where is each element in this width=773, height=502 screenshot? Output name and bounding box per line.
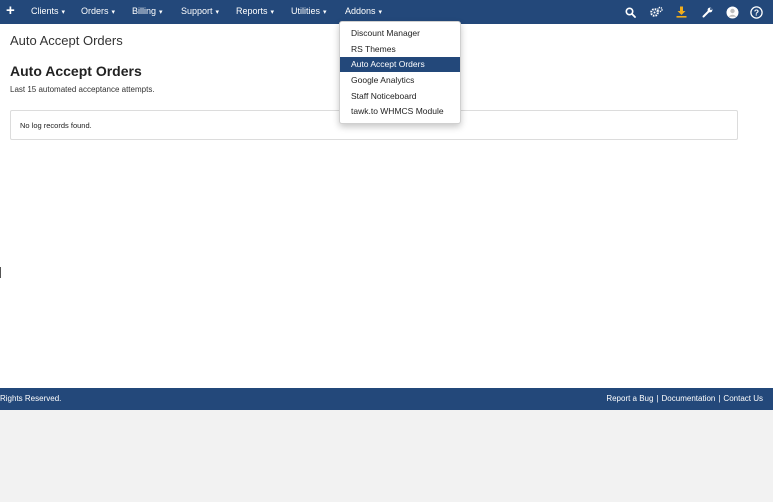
menu-orders[interactable]: Orders ▾ — [81, 0, 115, 24]
chevron-down-icon: ▾ — [215, 9, 220, 16]
report-bug-link[interactable]: Report a Bug — [606, 394, 653, 403]
menu-orders-label: Orders — [81, 6, 109, 16]
page-subtitle: Last 15 automated acceptance attempts. — [10, 85, 155, 94]
menu-utilities-label: Utilities — [291, 6, 321, 16]
cogs-icon[interactable] — [649, 5, 663, 19]
footer-links: Report a Bug | Documentation | Contact Us — [606, 388, 763, 410]
menu-billing[interactable]: Billing ▾ — [132, 0, 163, 24]
footer-separator: | — [656, 394, 659, 403]
addons-item-auto-accept-orders[interactable]: Auto Accept Orders — [340, 57, 460, 72]
download-icon[interactable] — [674, 5, 688, 19]
avatar-icon[interactable] — [725, 5, 739, 19]
menu-clients-label: Clients — [31, 6, 59, 16]
chevron-down-icon: ▾ — [378, 9, 383, 16]
page-heading-small: Auto Accept Orders — [10, 33, 123, 48]
search-icon[interactable] — [623, 5, 637, 19]
menu-reports-label: Reports — [236, 6, 268, 16]
chevron-down-icon: ▾ — [270, 9, 275, 16]
addons-item-discount-manager[interactable]: Discount Manager — [340, 26, 460, 41]
svg-text:?: ? — [753, 7, 758, 17]
wrench-icon[interactable] — [700, 5, 714, 19]
chevron-down-icon: ▾ — [323, 9, 327, 16]
menu-support-label: Support — [181, 6, 213, 16]
addons-dropdown-menu: Discount Manager RS Themes Auto Accept O… — [339, 21, 461, 124]
plus-icon[interactable]: + — [6, 2, 15, 20]
footer-separator: | — [718, 394, 721, 403]
contact-us-link[interactable]: Contact Us — [723, 394, 763, 403]
scroll-edge-marker — [0, 267, 1, 278]
footer: Rights Reserved. Report a Bug | Documentat… — [0, 388, 773, 410]
menu-clients[interactable]: Clients ▾ — [31, 0, 65, 24]
menu-addons-label: Addons — [345, 6, 376, 16]
chevron-down-icon: ▾ — [61, 9, 66, 16]
menu-support[interactable]: Support ▾ — [181, 0, 219, 24]
help-icon[interactable]: ? — [749, 5, 763, 19]
page-title: Auto Accept Orders — [10, 63, 142, 79]
addons-item-rs-themes[interactable]: RS Themes — [340, 42, 460, 57]
chevron-down-icon: ▾ — [159, 9, 163, 16]
empty-log-message: No log records found. — [20, 121, 92, 130]
chevron-down-icon: ▾ — [111, 9, 116, 16]
addons-item-tawkto-whmcs-module[interactable]: tawk.to WHMCS Module — [340, 104, 460, 119]
footer-copyright: Rights Reserved. — [0, 394, 62, 403]
documentation-link[interactable]: Documentation — [662, 394, 716, 403]
addons-item-staff-noticeboard[interactable]: Staff Noticeboard — [340, 89, 460, 104]
menu-reports[interactable]: Reports ▾ — [236, 0, 274, 24]
addons-item-google-analytics[interactable]: Google Analytics — [340, 73, 460, 88]
menu-utilities[interactable]: Utilities ▾ — [291, 0, 327, 24]
menu-billing-label: Billing — [132, 6, 157, 16]
